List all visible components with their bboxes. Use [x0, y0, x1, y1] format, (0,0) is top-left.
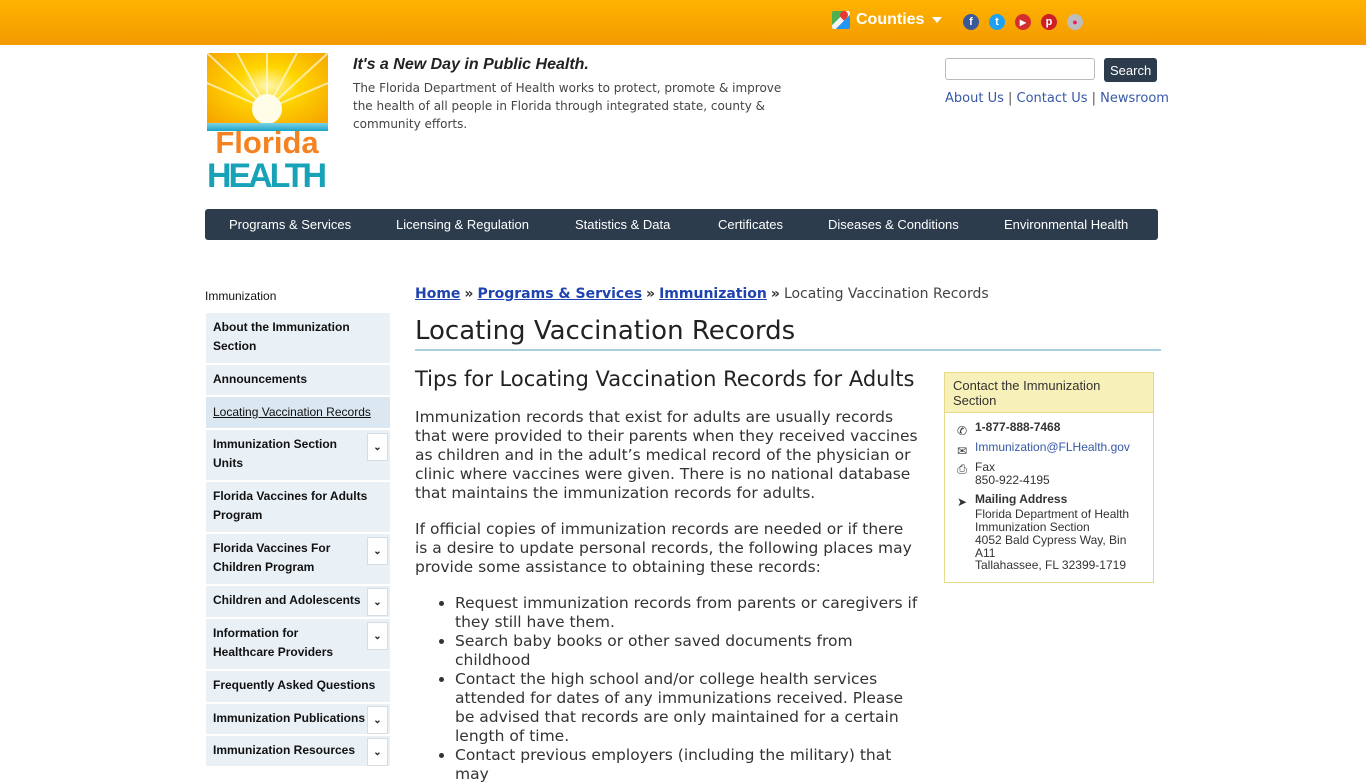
sidebar-item-label: Immunization Section Units	[213, 437, 338, 470]
newsroom-link[interactable]: Newsroom	[1100, 91, 1169, 106]
chevron-down-icon[interactable]: ⌄	[367, 433, 388, 461]
contact-phone[interactable]: 1-877-888-7468	[975, 421, 1060, 434]
list-item: Request immunization records from parent…	[455, 594, 920, 632]
breadcrumb: Home» Programs & Services» Immunization» Lo…	[415, 286, 989, 302]
twitter-icon[interactable]: t	[989, 14, 1005, 30]
contact-email[interactable]: Immunization@FLHealth.gov	[975, 441, 1130, 454]
breadcrumb-programs[interactable]: Programs & Services	[477, 286, 642, 302]
sidebar-item-faq[interactable]: Frequently Asked Questions	[206, 671, 390, 704]
breadcrumb-immunization[interactable]: Immunization	[659, 286, 767, 302]
sidebar-item-label: Florida Vaccines for Adults Program	[213, 489, 368, 522]
sidebar-item-label: Frequently Asked Questions	[213, 678, 376, 692]
chevron-down-icon[interactable]: ⌄	[367, 622, 388, 650]
breadcrumb-current: Locating Vaccination Records	[783, 286, 989, 302]
tagline: It's a New Day in Public Health.	[353, 56, 589, 73]
sidebar-item-label: Children and Adolescents	[213, 593, 361, 607]
youtube-icon[interactable]: ▶	[1015, 14, 1031, 30]
sidebar-item-publications[interactable]: Immunization Publications ⌄	[206, 704, 390, 736]
main-nav: Programs & Services Licensing & Regulati…	[205, 209, 1158, 240]
map-icon	[832, 11, 850, 29]
sidebar-item-healthcare-providers[interactable]: Information for Healthcare Providers ⌄	[206, 619, 390, 671]
utility-links: About Us | Contact Us | Newsroom	[945, 91, 1169, 106]
nav-statistics-data[interactable]: Statistics & Data	[575, 217, 670, 232]
contact-mailing-label: Mailing Address	[975, 492, 1068, 506]
top-bar: Counties f t ▶ p ●	[0, 0, 1366, 45]
chevron-down-icon	[932, 17, 943, 23]
sidebar-item-locating-records[interactable]: Locating Vaccination Records	[206, 397, 390, 430]
sidebar-item-about[interactable]: About the Immunization Section	[206, 313, 390, 365]
nav-certificates[interactable]: Certificates	[718, 217, 783, 232]
tips-list: Request immunization records from parent…	[415, 594, 920, 784]
sidebar-item-vaccines-children[interactable]: Florida Vaccines For Children Program ⌄	[206, 534, 390, 586]
about-us-link[interactable]: About Us	[945, 91, 1004, 106]
envelope-icon: ✉	[956, 444, 968, 458]
sidebar-item-vaccines-adults[interactable]: Florida Vaccines for Adults Program	[206, 482, 390, 534]
sidebar-item-announcements[interactable]: Announcements	[206, 365, 390, 397]
sidebar-heading[interactable]: Immunization	[205, 289, 276, 303]
sidebar-item-label: Immunization Publications	[213, 711, 366, 725]
nav-programs-services[interactable]: Programs & Services	[229, 217, 351, 232]
location-arrow-icon: ➤	[956, 495, 968, 509]
sidebar-item-label: Announcements	[213, 372, 308, 386]
flickr-icon[interactable]: ●	[1067, 14, 1083, 30]
chevron-down-icon[interactable]: ⌄	[367, 706, 388, 734]
contact-box: Contact the Immunization Section ✆ 1-877…	[944, 372, 1154, 583]
logo-text-florida: Florida	[215, 125, 319, 160]
paragraph-intro: Immunization records that exist for adul…	[415, 408, 918, 502]
list-item: Search baby books or other saved documen…	[455, 632, 920, 670]
printer-icon: ⎙	[957, 462, 967, 476]
title-divider	[415, 349, 1161, 351]
pinterest-icon[interactable]: p	[1041, 14, 1057, 30]
sidebar-item-children-adolescents[interactable]: Children and Adolescents ⌄	[206, 586, 390, 619]
sidebar-item-label: Immunization Resources	[213, 743, 356, 757]
breadcrumb-home[interactable]: Home	[415, 286, 460, 302]
contact-us-link[interactable]: Contact Us	[1017, 91, 1088, 106]
chevron-down-icon[interactable]: ⌄	[367, 537, 388, 565]
counties-dropdown[interactable]: Counties	[832, 11, 943, 29]
contact-heading: Contact the Immunization Section	[945, 373, 1153, 413]
page-title: Locating Vaccination Records	[415, 316, 796, 346]
breadcrumb-separator: »	[646, 286, 656, 302]
sidebar-item-section-units[interactable]: Immunization Section Units ⌄	[206, 430, 390, 482]
search-input[interactable]	[945, 58, 1095, 80]
breadcrumb-separator: »	[770, 286, 780, 302]
section-heading: Tips for Locating Vaccination Records fo…	[415, 367, 915, 391]
list-item: Contact previous employers (including th…	[455, 746, 920, 784]
sidebar-item-resources[interactable]: Immunization Resources ⌄	[206, 736, 390, 768]
nav-licensing-regulation[interactable]: Licensing & Regulation	[396, 217, 529, 232]
sidebar-item-label: Florida Vaccines For Children Program	[213, 541, 331, 574]
phone-icon: ✆	[956, 424, 968, 438]
florida-health-logo[interactable]: Florida HEALTH	[207, 53, 328, 189]
sidebar-item-label: About the Immunization Section	[213, 320, 350, 353]
address-line: 4052 Bald Cypress Way, Bin A11	[975, 533, 1127, 560]
logo-text-health: HEALTH	[207, 157, 327, 189]
search-button[interactable]: Search	[1104, 58, 1157, 82]
counties-label: Counties	[856, 11, 925, 28]
breadcrumb-separator: »	[464, 286, 474, 302]
sidebar-item-label: Information for Healthcare Providers	[213, 626, 334, 659]
list-item: Contact the high school and/or college h…	[455, 670, 920, 746]
paragraph-official-copies: If official copies of immunization recor…	[415, 520, 912, 576]
mission-statement: The Florida Department of Health works t…	[353, 81, 782, 131]
facebook-icon[interactable]: f	[963, 14, 979, 30]
sidebar-item-label: Locating Vaccination Records	[213, 405, 371, 419]
chevron-down-icon[interactable]: ⌄	[367, 738, 388, 766]
address-line: Tallahassee, FL 32399-1719	[975, 558, 1126, 572]
nav-environmental-health[interactable]: Environmental Health	[1004, 217, 1128, 232]
contact-fax: 850-922-4195	[975, 473, 1050, 487]
chevron-down-icon[interactable]: ⌄	[367, 588, 388, 616]
nav-diseases-conditions[interactable]: Diseases & Conditions	[828, 217, 959, 232]
